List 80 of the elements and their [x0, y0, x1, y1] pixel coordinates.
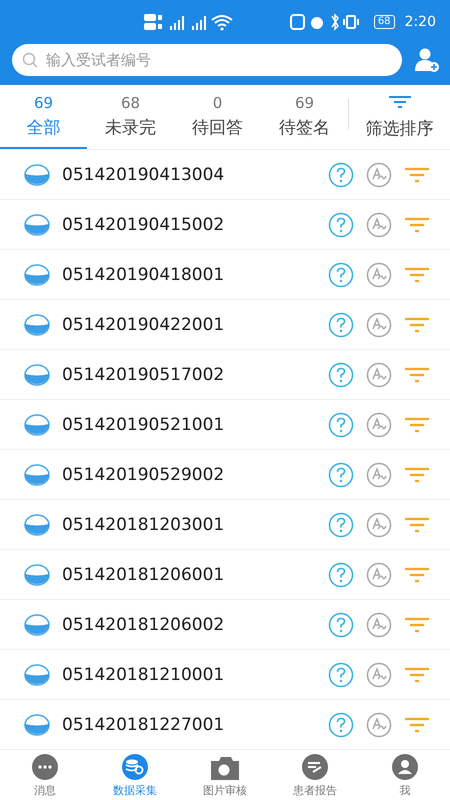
- half-filled-circle-icon: [24, 214, 50, 236]
- note-icon: [300, 752, 330, 780]
- sort-lines-icon[interactable]: [404, 366, 430, 382]
- sort-lines-icon[interactable]: [404, 166, 430, 182]
- question-icon[interactable]: [328, 262, 354, 288]
- battery-level: 68: [374, 15, 395, 29]
- subject-row[interactable]: 051420190529002: [0, 450, 450, 500]
- sort-lines-icon[interactable]: [404, 316, 430, 332]
- question-icon[interactable]: [328, 612, 354, 638]
- subject-id: 051420190413004: [62, 164, 226, 184]
- sort-lines-icon[interactable]: [404, 466, 430, 482]
- signature-icon[interactable]: [366, 512, 392, 538]
- half-filled-circle-icon: [24, 464, 50, 486]
- question-icon[interactable]: [328, 162, 354, 188]
- person-icon: [390, 752, 420, 780]
- subject-id: 051420181227001: [62, 714, 226, 734]
- signature-icon[interactable]: [366, 462, 392, 488]
- question-icon[interactable]: [328, 312, 354, 338]
- subject-row[interactable]: 051420190521001: [0, 400, 450, 450]
- subject-row[interactable]: 051420181206001: [0, 550, 450, 600]
- signature-icon[interactable]: [366, 362, 392, 388]
- half-filled-circle-icon: [24, 664, 50, 686]
- add-user-icon[interactable]: [414, 47, 440, 73]
- sort-lines-icon[interactable]: [404, 616, 430, 632]
- subject-row[interactable]: 051420190418001: [0, 250, 450, 300]
- question-icon[interactable]: [328, 712, 354, 738]
- half-filled-circle-icon: [24, 364, 50, 386]
- half-filled-circle-icon: [24, 714, 50, 736]
- signature-icon[interactable]: [366, 212, 392, 238]
- subject-row[interactable]: 051420190517002: [0, 350, 450, 400]
- signature-icon[interactable]: [366, 712, 392, 738]
- subject-id: 051420190422001: [62, 314, 226, 334]
- signature-icon[interactable]: [366, 562, 392, 588]
- subject-row[interactable]: 051420181210001: [0, 650, 450, 700]
- database-search-icon: [120, 752, 150, 780]
- signature-icon[interactable]: [366, 612, 392, 638]
- search-field[interactable]: 输入受试者编号: [12, 44, 402, 76]
- signature-icon[interactable]: [366, 262, 392, 288]
- sort-lines-icon[interactable]: [404, 516, 430, 532]
- clock-time: 2:20: [404, 14, 436, 30]
- half-filled-circle-icon: [24, 514, 50, 536]
- subject-row[interactable]: 051420190422001: [0, 300, 450, 350]
- chat-bubble-icon: [30, 752, 60, 780]
- half-filled-circle-icon: [24, 614, 50, 636]
- subject-row[interactable]: 051420190413004: [0, 150, 450, 200]
- subject-id: 051420190418001: [62, 264, 226, 284]
- sort-lines-icon[interactable]: [404, 666, 430, 682]
- signature-icon[interactable]: [366, 412, 392, 438]
- subject-id: 051420190415002: [62, 214, 226, 234]
- half-filled-circle-icon: [24, 264, 50, 286]
- filter-icon: [388, 94, 412, 108]
- half-filled-circle-icon: [24, 164, 50, 186]
- question-icon[interactable]: [328, 512, 354, 538]
- sort-lines-icon[interactable]: [404, 216, 430, 232]
- question-icon[interactable]: [328, 462, 354, 488]
- subject-id: 051420190517002: [62, 364, 226, 384]
- subject-id: 051420181210001: [62, 664, 226, 684]
- sort-lines-icon[interactable]: [404, 716, 430, 732]
- subject-row[interactable]: 051420181206002: [0, 600, 450, 650]
- subject-id: 051420181203001: [62, 514, 226, 534]
- subject-id: 051420190521001: [62, 414, 226, 434]
- signature-icon[interactable]: [366, 662, 392, 688]
- half-filled-circle-icon: [24, 564, 50, 586]
- question-icon[interactable]: [328, 412, 354, 438]
- signature-icon[interactable]: [366, 162, 392, 188]
- question-icon[interactable]: [328, 562, 354, 588]
- question-icon[interactable]: [328, 662, 354, 688]
- question-icon[interactable]: [328, 362, 354, 388]
- subject-row[interactable]: 051420190415002: [0, 200, 450, 250]
- sort-lines-icon[interactable]: [404, 416, 430, 432]
- subject-id: 051420181206002: [62, 614, 226, 634]
- subject-id: 051420190529002: [62, 464, 226, 484]
- sort-lines-icon[interactable]: [404, 266, 430, 282]
- half-filled-circle-icon: [24, 314, 50, 336]
- half-filled-circle-icon: [24, 414, 50, 436]
- subject-row[interactable]: 051420181203001: [0, 500, 450, 550]
- signature-icon[interactable]: [366, 312, 392, 338]
- question-icon[interactable]: [328, 212, 354, 238]
- subject-id: 051420181206001: [62, 564, 226, 584]
- sort-lines-icon[interactable]: [404, 566, 430, 582]
